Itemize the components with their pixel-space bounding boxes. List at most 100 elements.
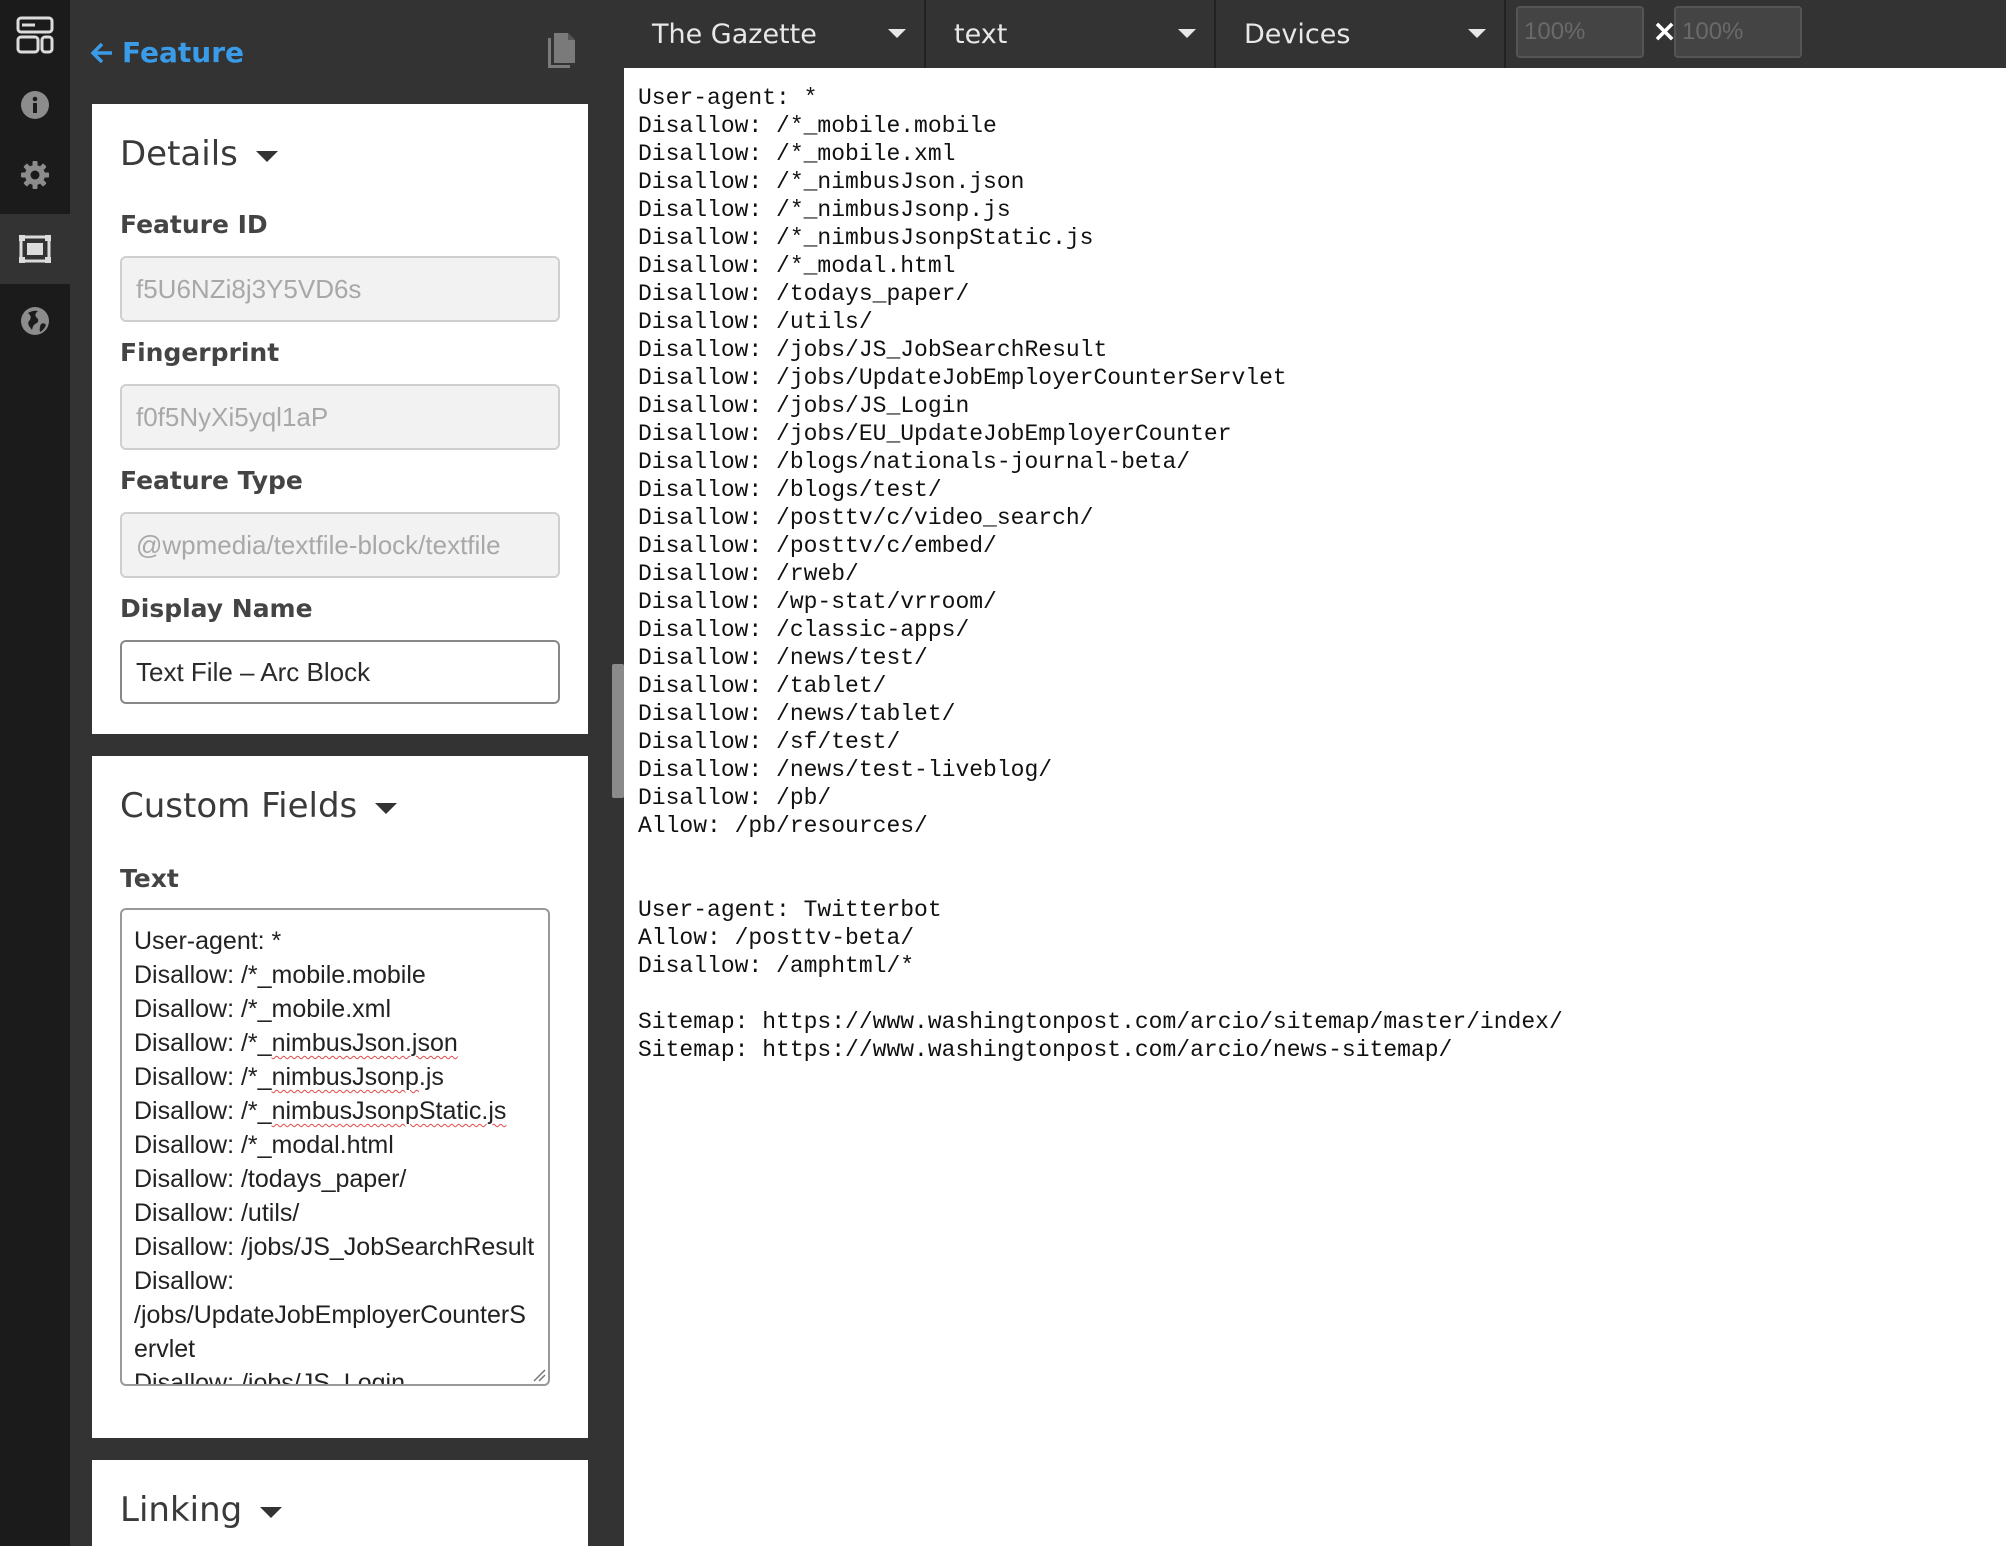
textarea-line-text: User-agent: * — [134, 927, 282, 955]
icon-rail — [0, 0, 70, 1546]
textarea-line-text: Disallow: /*_ — [134, 1029, 272, 1057]
textarea-line: Disallow: — [134, 1264, 536, 1298]
resize-grip-icon[interactable] — [532, 1368, 546, 1382]
height-input[interactable]: 100% — [1674, 6, 1802, 58]
textarea-line-text: Disallow: /*_ — [134, 1097, 272, 1125]
back-link-label: Feature — [122, 36, 244, 69]
output-line: Allow: /posttv-beta/ — [638, 925, 915, 951]
linking-card: Linking — [92, 1460, 588, 1546]
output-line: Sitemap: https://www.washingtonpost.com/… — [638, 1037, 1453, 1063]
textarea-line: User-agent: * — [134, 924, 536, 958]
textarea-line: Disallow: /*_nimbusJsonpStatic.js — [134, 1094, 536, 1128]
fingerprint-label: Fingerprint — [120, 338, 280, 367]
output-line: Disallow: /news/test/ — [638, 645, 928, 671]
output-line: Disallow: /rweb/ — [638, 561, 859, 587]
details-section-toggle[interactable]: Details — [120, 134, 278, 174]
width-input[interactable]: 100% — [1516, 6, 1644, 58]
back-to-feature-link[interactable]: Feature — [90, 36, 244, 69]
output-line: Disallow: /jobs/JS_Login — [638, 393, 970, 419]
gear-icon[interactable] — [0, 140, 70, 210]
output-line: Disallow: /*_mobile.xml — [638, 141, 956, 167]
textarea-line-text: Disallow: /*_mobile.xml — [134, 995, 392, 1023]
custom-fields-card: Custom Fields Text User-agent: * Disallow… — [92, 756, 588, 1438]
site-dropdown-value: The Gazette — [652, 18, 817, 50]
textarea-content: User-agent: * Disallow: /*_mobile.mobile D… — [134, 924, 536, 1386]
feature-type-field: @wpmedia/textfile-block/textfile — [120, 512, 560, 578]
linking-section-toggle[interactable]: Linking — [120, 1490, 283, 1530]
textarea-line-text: Disallow: /*_mobile.mobile — [134, 961, 426, 989]
preview-toolbar: The Gazette text Devices 100% × 100% — [624, 0, 2006, 68]
output-line: Disallow: /posttv/c/video_search/ — [638, 505, 1094, 531]
arrow-left-icon — [90, 42, 112, 63]
output-type-value: text — [954, 18, 1008, 50]
feature-id-label: Feature ID — [120, 210, 268, 239]
text-textarea[interactable]: User-agent: * Disallow: /*_mobile.mobile D… — [120, 908, 550, 1386]
fingerprint-field: f0f5NyXi5yql1aP — [120, 384, 560, 450]
caret-down-icon — [888, 29, 906, 38]
textarea-line: Disallow: /utils/ — [134, 1196, 536, 1230]
copy-icon[interactable] — [544, 32, 578, 72]
output-line: Disallow: /sf/test/ — [638, 729, 901, 755]
textarea-line: Disallow: /*_nimbusJson.json — [134, 1026, 536, 1060]
output-line: Disallow: /*_mobile.mobile — [638, 113, 997, 139]
feature-editor-panel: Feature Details Feature ID f5U6NZi8j3Y5V… — [70, 0, 624, 1546]
caret-down-icon — [375, 802, 398, 814]
feature-id-field: f5U6NZi8j3Y5VD6s — [120, 256, 560, 322]
info-icon[interactable] — [0, 70, 70, 140]
output-line: Disallow: /*_nimbusJsonp.js — [638, 197, 1011, 223]
textarea-line: Disallow: /*_mobile.xml — [134, 992, 536, 1026]
output-line: Disallow: /jobs/UpdateJobEmployerCounter… — [638, 365, 1287, 391]
output-type-dropdown[interactable]: text — [926, 0, 1216, 68]
display-name-input[interactable]: Text File – Arc Block — [120, 640, 560, 704]
output-line: Disallow: /*_nimbusJson.json — [638, 169, 1025, 195]
linking-title: Linking — [120, 1490, 243, 1530]
globe-icon[interactable] — [0, 286, 70, 356]
custom-fields-title: Custom Fields — [120, 786, 358, 826]
output-line: User-agent: Twitterbot — [638, 897, 942, 923]
output-line: Disallow: /posttv/c/embed/ — [638, 533, 997, 559]
caret-down-icon — [255, 150, 278, 162]
output-line: Disallow: /*_modal.html — [638, 253, 956, 279]
caret-down-icon — [1468, 29, 1486, 38]
details-card: Details Feature ID f5U6NZi8j3Y5VD6s Fing… — [92, 104, 588, 734]
output-line: Disallow: /blogs/nationals-journal-beta/ — [638, 449, 1191, 475]
textarea-line: Disallow: /jobs/JS_Login — [134, 1366, 536, 1386]
site-dropdown[interactable]: The Gazette — [624, 0, 926, 68]
spellcheck-word: nimbusJson.json — [271, 1029, 458, 1057]
spellcheck-word: nimbusJsonpStatic.js — [271, 1097, 507, 1125]
caret-down-icon — [1178, 29, 1196, 38]
details-title: Details — [120, 134, 238, 174]
output-line: Disallow: /*_nimbusJsonpStatic.js — [638, 225, 1094, 251]
textarea-line: Disallow: /*_nimbusJsonp.js — [134, 1060, 536, 1094]
robots-txt-output: User-agent: * Disallow: /*_mobile.mobile… — [638, 84, 1992, 1064]
output-line: Allow: /pb/resources/ — [638, 813, 928, 839]
panel-resize-handle[interactable] — [612, 664, 624, 798]
textarea-line: /jobs/UpdateJobEmployerCounterServlet — [134, 1298, 536, 1366]
output-line: Disallow: /wp-stat/vrroom/ — [638, 589, 997, 615]
textarea-line-text: Disallow: /utils/ — [134, 1199, 300, 1227]
output-line: Disallow: /utils/ — [638, 309, 873, 335]
output-line: Disallow: /blogs/test/ — [638, 477, 942, 503]
layout-icon[interactable] — [0, 0, 70, 70]
textarea-line: Disallow: /jobs/JS_JobSearchResult — [134, 1230, 536, 1264]
textarea-line-text: Disallow: /jobs/JS_Login — [134, 1369, 405, 1386]
feature-frame-icon[interactable] — [0, 214, 70, 284]
devices-dropdown[interactable]: Devices — [1216, 0, 1506, 68]
textarea-line-text: Disallow: /*_modal.html — [134, 1131, 394, 1159]
textarea-line-text: Disallow: /jobs/JS_JobSearchResult — [134, 1233, 535, 1261]
output-line: Disallow: /todays_paper/ — [638, 281, 970, 307]
feature-type-label: Feature Type — [120, 466, 303, 495]
textarea-line-text: Disallow: — [134, 1267, 235, 1295]
textarea-line-text: Disallow: /todays_paper/ — [134, 1165, 407, 1193]
devices-dropdown-value: Devices — [1244, 18, 1351, 50]
output-line: Disallow: /jobs/JS_JobSearchResult — [638, 337, 1108, 363]
custom-fields-section-toggle[interactable]: Custom Fields — [120, 786, 398, 826]
preview-frame: User-agent: * Disallow: /*_mobile.mobile… — [624, 68, 2006, 1546]
output-line: Disallow: /news/test-liveblog/ — [638, 757, 1053, 783]
output-line: Sitemap: https://www.washingtonpost.com/… — [638, 1009, 1563, 1035]
output-line: Disallow: /amphtml/* — [638, 953, 915, 979]
caret-down-icon — [260, 1506, 283, 1518]
textarea-line: Disallow: /*_modal.html — [134, 1128, 536, 1162]
panel-header: Feature — [70, 0, 624, 104]
output-line: User-agent: * — [638, 85, 818, 111]
